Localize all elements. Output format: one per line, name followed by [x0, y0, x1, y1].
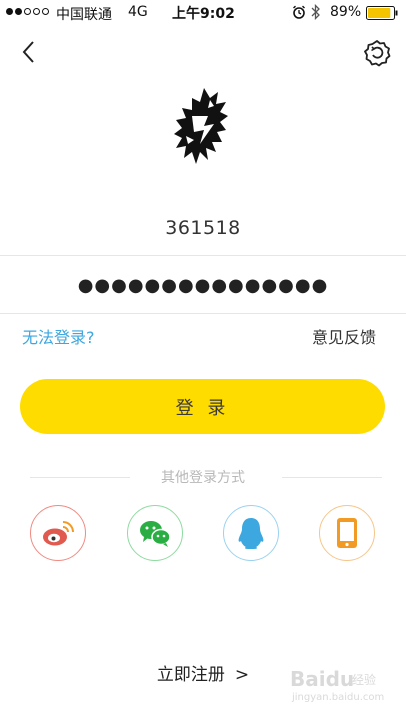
network-type: 4G: [128, 4, 148, 20]
divider-right: [282, 477, 382, 478]
login-button[interactable]: 登 录: [20, 379, 385, 434]
alarm-icon: [293, 5, 305, 19]
back-icon[interactable]: [16, 38, 44, 66]
battery-percent: 89%: [330, 4, 362, 20]
password-input[interactable]: ●●●●●●●●●●●●●●●: [0, 258, 406, 314]
weibo-icon: [43, 521, 74, 546]
avatar: [174, 88, 228, 164]
svg-text:jingyan.baidu.com: jingyan.baidu.com: [291, 692, 384, 703]
status-time: 上午9:02: [172, 6, 235, 22]
phone-icon: [337, 518, 357, 548]
phone-login-button[interactable]: [319, 505, 375, 561]
baidu-watermark-logo: Baidu 经验 jingyan.baidu.com: [290, 667, 384, 703]
svg-text:Baidu: Baidu: [290, 667, 354, 691]
svg-text:经验: 经验: [352, 672, 376, 687]
cannot-login-link[interactable]: 无法登录?: [22, 324, 95, 348]
wechat-icon: [140, 521, 171, 547]
wechat-login-button[interactable]: [127, 505, 183, 561]
feedback-link[interactable]: 意见反馈: [312, 324, 376, 348]
signal-strength-icon: [6, 8, 49, 15]
qq-login-button[interactable]: [223, 505, 279, 561]
carrier-name: 中国联通: [56, 7, 112, 23]
chevron-right-icon: >: [234, 665, 250, 685]
register-label: 立即注册: [156, 665, 225, 685]
qq-icon: [238, 518, 264, 549]
bluetooth-icon: [311, 4, 320, 20]
account-input[interactable]: 361518: [0, 200, 406, 256]
gear-icon[interactable]: [362, 38, 392, 68]
battery-icon: [366, 6, 398, 20]
status-bar: 中国联通 4G 上午9:02 89%: [0, 0, 406, 26]
weibo-login-button[interactable]: [30, 505, 86, 561]
